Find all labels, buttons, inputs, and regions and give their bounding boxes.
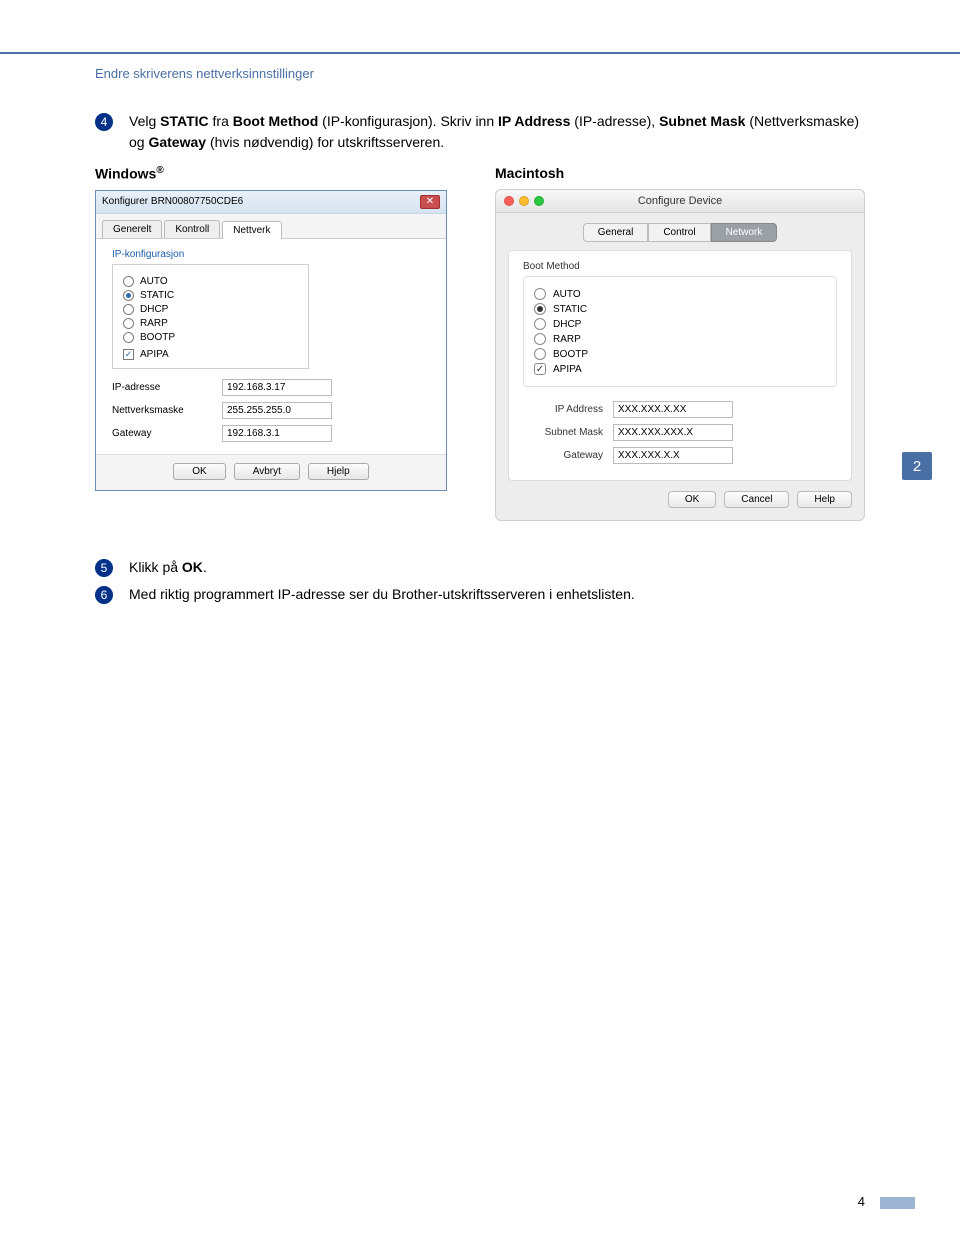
win-radio-rarp[interactable]: RARP [123, 318, 298, 329]
step-5: 5 Klikk på OK. [95, 557, 865, 578]
win-field-gw: Gateway 192.168.3.1 [112, 425, 430, 442]
windows-tabs: Generelt Kontroll Nettverk [96, 214, 446, 239]
win-cancel-button[interactable]: Avbryt [234, 463, 300, 480]
mac-title-text: Configure Device [554, 195, 806, 207]
win-help-button[interactable]: Hjelp [308, 463, 369, 480]
win-input-ip[interactable]: 192.168.3.17 [222, 379, 332, 396]
section-title: Endre skriverens nettverksinnstillinger [95, 66, 865, 81]
win-check-apipa[interactable]: ✓APIPA [123, 349, 298, 360]
tab-generelt[interactable]: Generelt [102, 220, 162, 238]
mac-tabs: General Control Network [496, 223, 864, 242]
mac-tab-general[interactable]: General [583, 223, 649, 242]
s4-b2: Boot Method [233, 113, 319, 129]
s5-post: . [203, 559, 207, 575]
chapter-tab: 2 [902, 452, 932, 480]
mac-titlebar: Configure Device [496, 190, 864, 213]
win-group-label: IP-konfigurasjon [112, 249, 430, 260]
mac-ok-button[interactable]: OK [668, 491, 716, 508]
tab-kontroll[interactable]: Kontroll [164, 220, 220, 238]
header-rule [0, 52, 960, 54]
win-ip-config-group: AUTO STATIC DHCP RARP BOOTP ✓APIPA [112, 264, 309, 369]
page-bar [880, 1197, 915, 1209]
windows-dialog: Konfigurer BRN00807750CDE6 ✕ Generelt Ko… [95, 190, 447, 491]
win-ok-button[interactable]: OK [173, 463, 225, 480]
mac-tab-network[interactable]: Network [711, 223, 778, 242]
win-input-gw[interactable]: 192.168.3.1 [222, 425, 332, 442]
mac-radio-rarp[interactable]: RARP [534, 333, 826, 345]
mac-field-mask: Subnet Mask XXX.XXX.XXX.X [523, 424, 837, 441]
mac-input-ip[interactable]: XXX.XXX.X.XX [613, 401, 733, 418]
s4-b3: IP Address [498, 113, 570, 129]
mac-check-apipa[interactable]: ✓APIPA [534, 363, 826, 375]
mac-input-gw[interactable]: XXX.XXX.X.X [613, 447, 733, 464]
mac-radio-auto[interactable]: AUTO [534, 288, 826, 300]
mac-radio-static[interactable]: STATIC [534, 303, 826, 315]
mac-cancel-button[interactable]: Cancel [724, 491, 789, 508]
s4-m2: (IP-adresse), [570, 113, 659, 129]
page-number: 4 [858, 1194, 865, 1209]
s4-b1: STATIC [160, 113, 208, 129]
mac-help-button[interactable]: Help [797, 491, 852, 508]
s4-p2: (hvis nødvendig) for utskriftsserveren. [206, 134, 444, 150]
s4-pre: Velg [129, 113, 160, 129]
s6-text: Med riktig programmert IP-adresse ser du… [129, 584, 865, 605]
win-radio-bootp[interactable]: BOOTP [123, 332, 298, 343]
step-6: 6 Med riktig programmert IP-adresse ser … [95, 584, 865, 605]
tab-nettverk[interactable]: Nettverk [222, 221, 281, 239]
win-radio-dhcp[interactable]: DHCP [123, 304, 298, 315]
win-field-ip: IP-adresse 192.168.3.17 [112, 379, 430, 396]
mac-radio-dhcp[interactable]: DHCP [534, 318, 826, 330]
step-4: 4 Velg STATIC fra Boot Method (IP-konfig… [95, 111, 865, 153]
macintosh-label: Macintosh [495, 165, 865, 181]
mac-minimize-icon[interactable] [519, 196, 529, 206]
s4-m1: fra [209, 113, 233, 129]
step-number-5: 5 [95, 559, 113, 577]
s5-b1: OK [182, 559, 203, 575]
step-number-4: 4 [95, 113, 113, 131]
win-field-mask: Nettverksmaske 255.255.255.0 [112, 402, 430, 419]
windows-titlebar: Konfigurer BRN00807750CDE6 ✕ [96, 191, 446, 214]
mac-field-ip: IP Address XXX.XXX.X.XX [523, 401, 837, 418]
win-input-mask[interactable]: 255.255.255.0 [222, 402, 332, 419]
s4-b4: Subnet Mask [659, 113, 745, 129]
windows-label: Windows® [95, 165, 465, 182]
mac-close-icon[interactable] [504, 196, 514, 206]
s4-p1: (IP-konfigurasjon). Skriv inn [318, 113, 498, 129]
s5-pre: Klikk på [129, 559, 182, 575]
mac-input-mask[interactable]: XXX.XXX.XXX.X [613, 424, 733, 441]
mac-dialog: Configure Device General Control Network… [495, 189, 865, 521]
mac-tab-control[interactable]: Control [648, 223, 710, 242]
mac-boot-method-group: AUTO STATIC DHCP RARP BOOTP ✓APIPA [523, 276, 837, 387]
step-number-6: 6 [95, 586, 113, 604]
mac-radio-bootp[interactable]: BOOTP [534, 348, 826, 360]
s4-b5: Gateway [148, 134, 206, 150]
win-radio-static[interactable]: STATIC [123, 290, 298, 301]
close-icon[interactable]: ✕ [420, 195, 440, 209]
win-radio-auto[interactable]: AUTO [123, 276, 298, 287]
mac-group-label: Boot Method [523, 261, 837, 272]
mac-field-gw: Gateway XXX.XXX.X.X [523, 447, 837, 464]
mac-zoom-icon[interactable] [534, 196, 544, 206]
windows-title-text: Konfigurer BRN00807750CDE6 [102, 196, 243, 207]
